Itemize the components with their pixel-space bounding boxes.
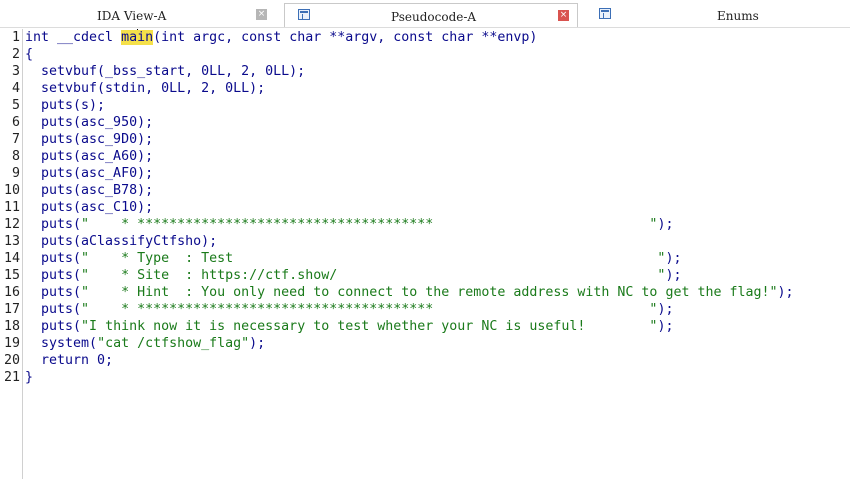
line-number: 8	[11, 149, 20, 164]
code-token: puts(asc_950);	[25, 115, 154, 130]
code-token: puts(asc_B78);	[25, 183, 154, 198]
string-literal: " * ************************************…	[81, 217, 658, 232]
code-token: puts(s);	[25, 98, 106, 113]
line-number: 17	[3, 302, 20, 317]
code-text: puts(asc_B78);	[25, 182, 153, 199]
string-literal: "cat /ctfshow_flag"	[97, 336, 250, 351]
code-token: return 0;	[25, 353, 114, 368]
code-text: puts(" * Site : https://ctf.show/ ");	[25, 267, 681, 284]
code-text: system("cat /ctfshow_flag");	[25, 335, 265, 352]
string-literal: " * ************************************…	[81, 302, 658, 317]
code-token: puts(	[25, 285, 82, 300]
code-text: puts(asc_950);	[25, 114, 153, 131]
code-token: system(	[25, 336, 98, 351]
line-number: 18	[3, 319, 20, 334]
code-token: );	[657, 319, 674, 334]
code-token: puts(	[25, 217, 82, 232]
line-number: 2	[11, 47, 20, 62]
string-literal: " * Hint : You only need to connect to t…	[81, 285, 778, 300]
code-token: }	[25, 370, 34, 385]
code-text: puts(" * *******************************…	[25, 301, 673, 318]
tab-label: Pseudocode-A	[391, 10, 477, 24]
code-token: setvbuf(_bss_start, 0LL, 2, 0LL);	[25, 64, 306, 79]
close-icon[interactable]: ×	[256, 9, 267, 20]
line-number: 20	[3, 353, 20, 368]
tab-enums[interactable]: Enums	[586, 3, 850, 27]
code-token: );	[249, 336, 266, 351]
line-number: 3	[11, 64, 20, 79]
line-number: 12	[3, 217, 20, 232]
tab-bar: IDA View-A × Pseudocode-A × Enums	[0, 0, 850, 29]
code-text: {	[25, 46, 33, 63]
line-number: 10	[3, 183, 20, 198]
code-text: puts(asc_AF0);	[25, 165, 153, 182]
line-number: 16	[3, 285, 20, 300]
line-number: 4	[11, 81, 20, 96]
code-token: puts(aClassifyCtfsho);	[25, 234, 218, 249]
code-text: return 0;	[25, 352, 113, 369]
code-text: setvbuf(stdin, 0LL, 2, 0LL);	[25, 80, 265, 97]
code-token: );	[657, 217, 674, 232]
pseudocode-icon	[298, 9, 310, 20]
code-text: }	[25, 369, 33, 386]
line-number: 7	[11, 132, 20, 147]
tab-pseudocode-a[interactable]: Pseudocode-A ×	[284, 3, 578, 27]
code-token: );	[657, 302, 674, 317]
gutter-divider	[22, 29, 23, 479]
code-token: setvbuf(stdin, 0LL, 2, 0LL);	[25, 81, 266, 96]
line-number: 6	[11, 115, 20, 130]
pseudocode-editor[interactable]: 1 int __cdecl main(int argc, const char *…	[0, 29, 850, 479]
tab-label: IDA View-A	[97, 9, 167, 23]
code-token: puts(asc_C10);	[25, 200, 154, 215]
line-number: 21	[3, 370, 20, 385]
code-text: puts(" * Hint : You only need to connect…	[25, 284, 794, 301]
highlighted-identifier: ma	[121, 30, 138, 45]
code-text: puts("I think now it is necessary to tes…	[25, 318, 673, 335]
enums-icon	[599, 8, 611, 19]
code-text: puts(asc_9D0);	[25, 131, 153, 148]
code-token: puts(	[25, 268, 82, 283]
code-token: );	[665, 251, 682, 266]
code-text: setvbuf(_bss_start, 0LL, 2, 0LL);	[25, 63, 305, 80]
code-text: puts(s);	[25, 97, 105, 114]
line-number: 11	[3, 200, 20, 215]
line-number: 9	[11, 166, 20, 181]
code-token: int __cdecl	[25, 30, 122, 45]
line-number: 14	[3, 251, 20, 266]
code-token: puts(asc_9D0);	[25, 132, 154, 147]
tab-divider	[0, 27, 850, 28]
line-number: 13	[3, 234, 20, 249]
close-icon[interactable]: ×	[558, 10, 569, 21]
line-number: 1	[11, 30, 20, 45]
tab-ida-view-a[interactable]: IDA View-A ×	[0, 3, 280, 27]
highlighted-identifier: in	[137, 30, 154, 45]
code-token: );	[777, 285, 794, 300]
code-token: );	[665, 268, 682, 283]
code-token: puts(asc_A60);	[25, 149, 154, 164]
line-number: 15	[3, 268, 20, 283]
code-text: int __cdecl main(int argc, const char **…	[25, 29, 537, 46]
code-token: (int argc, const char **argv, const char…	[153, 30, 538, 45]
code-token: puts(	[25, 319, 82, 334]
string-literal: " * Site : https://ctf.show/ "	[81, 268, 666, 283]
code-text: puts(" * Type : Test ");	[25, 250, 681, 267]
code-token: {	[25, 47, 34, 62]
string-literal: "I think now it is necessary to test whe…	[81, 319, 658, 334]
code-token: puts(	[25, 251, 82, 266]
code-token: puts(	[25, 302, 82, 317]
string-literal: " * Type : Test "	[81, 251, 666, 266]
tab-label: Enums	[717, 9, 759, 23]
code-token: puts(asc_AF0);	[25, 166, 154, 181]
code-text: puts(asc_A60);	[25, 148, 153, 165]
line-number: 19	[3, 336, 20, 351]
code-text: puts(aClassifyCtfsho);	[25, 233, 217, 250]
line-number: 5	[11, 98, 20, 113]
code-text: puts(asc_C10);	[25, 199, 153, 216]
code-text: puts(" * *******************************…	[25, 216, 673, 233]
